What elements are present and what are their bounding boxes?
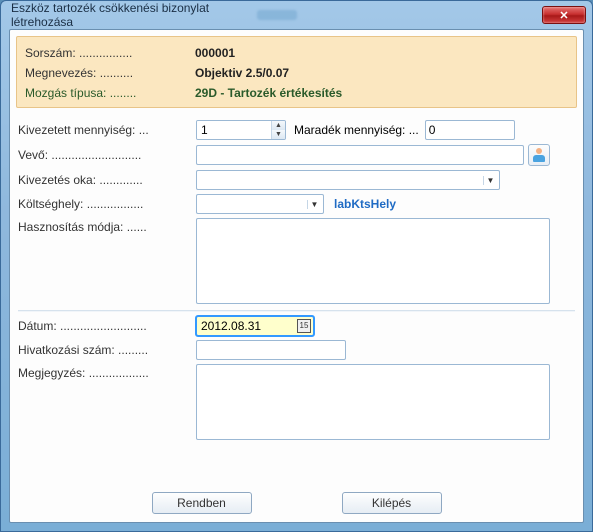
costcenter-row: Költséghely: ................. ▼ labKtsH… [18, 194, 575, 214]
separator [18, 310, 575, 312]
spinner-down-icon[interactable]: ▼ [272, 130, 285, 139]
costcenter-label: Költséghely: ................. [18, 197, 196, 211]
window-title: Eszköz tartozék csökkenési bizonylat lét… [11, 1, 257, 29]
serial-label: Sorszám: ................ [25, 46, 195, 60]
reason-combo[interactable]: ▼ [196, 170, 500, 190]
date-label: Dátum: .......................... [18, 319, 196, 333]
chevron-down-icon: ▼ [307, 200, 321, 209]
reason-value [201, 173, 483, 187]
ok-button[interactable]: Rendben [152, 492, 252, 514]
serial-row: Sorszám: ................ 000001 [25, 43, 568, 63]
reason-row: Kivezetés oka: ............. ▼ [18, 170, 575, 190]
qty-out-label: Kivezetett mennyiség: ... [18, 123, 196, 137]
window: Eszköz tartozék csökkenési bizonylat lét… [0, 0, 593, 532]
usage-row: Hasznosítás módja: ...... [18, 218, 575, 304]
usage-textarea[interactable] [196, 218, 550, 304]
costcenter-combo[interactable]: ▼ [196, 194, 324, 214]
ref-label: Hivatkozási szám: ......... [18, 343, 196, 357]
buyer-lookup-button[interactable] [528, 144, 550, 166]
movetype-value: 29D - Tartozék értékesítés [195, 86, 342, 100]
titlebar: Eszköz tartozék csökkenési bizonylat lét… [1, 1, 592, 29]
qty-out-input[interactable] [197, 121, 271, 139]
cancel-label: Kilépés [372, 496, 411, 510]
ok-label: Rendben [177, 496, 226, 510]
remaining-input[interactable] [425, 120, 515, 140]
note-textarea[interactable] [196, 364, 550, 440]
ref-row: Hivatkozási szám: ......... [18, 340, 575, 360]
document-header: Sorszám: ................ 000001 Megneve… [16, 36, 577, 108]
buyer-input[interactable] [196, 145, 524, 165]
name-row: Megnevezés: .......... Objektiv 2.5/0.07 [25, 63, 568, 83]
qty-row: Kivezetett mennyiség: ... ▲ ▼ Maradék me… [18, 120, 575, 140]
remaining-label: Maradék mennyiség: ... [294, 123, 419, 137]
name-label: Megnevezés: .......... [25, 66, 195, 80]
calendar-icon[interactable]: 15 [297, 319, 311, 333]
note-row: Megjegyzés: .................. [18, 364, 575, 440]
serial-value: 000001 [195, 46, 235, 60]
form-area: Kivezetett mennyiség: ... ▲ ▼ Maradék me… [10, 114, 583, 486]
movetype-row: Mozgás típusa: ........ 29D - Tartozék é… [25, 83, 568, 103]
person-icon [532, 148, 546, 162]
costcenter-value [201, 197, 307, 211]
note-label: Megjegyzés: .................. [18, 364, 196, 380]
buyer-label: Vevő: ........................... [18, 148, 196, 162]
reason-label: Kivezetés oka: ............. [18, 173, 196, 187]
footer: Rendben Kilépés [10, 486, 583, 522]
usage-label: Hasznosítás módja: ...... [18, 218, 196, 234]
costcenter-link[interactable]: labKtsHely [334, 197, 396, 211]
chevron-down-icon: ▼ [483, 176, 497, 185]
date-input[interactable]: 2012.08.31 15 [196, 316, 314, 336]
buyer-row: Vevő: ........................... [18, 144, 575, 166]
close-icon: ✕ [559, 9, 568, 22]
ref-input[interactable] [196, 340, 346, 360]
date-value: 2012.08.31 [201, 319, 297, 333]
qty-out-spinner[interactable]: ▲ ▼ [196, 120, 286, 140]
close-button[interactable]: ✕ [542, 6, 586, 24]
name-value: Objektiv 2.5/0.07 [195, 66, 289, 80]
date-row: Dátum: .......................... 2012.0… [18, 316, 575, 336]
cancel-button[interactable]: Kilépés [342, 492, 442, 514]
client-area: Sorszám: ................ 000001 Megneve… [9, 29, 584, 523]
movetype-label: Mozgás típusa: ........ [25, 86, 195, 100]
spinner-up-icon[interactable]: ▲ [272, 121, 285, 130]
titlebar-decoration [257, 10, 297, 20]
